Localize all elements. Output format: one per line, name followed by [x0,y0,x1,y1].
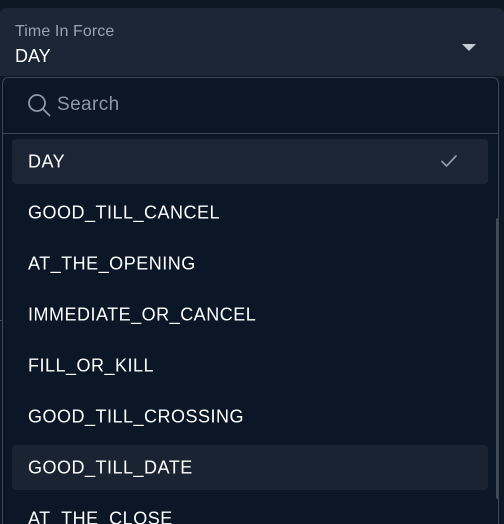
option-day[interactable]: DAY [12,139,488,184]
field-value: DAY [15,46,51,66]
option-label: GOOD_TILL_CROSSING [28,406,245,426]
field-label: Time In Force [15,23,115,40]
dropdown-menu: DAY GOOD_TILL_CANCEL AT_THE_OPENING IMME… [2,77,499,524]
option-at-the-close[interactable]: AT_THE_CLOSE [12,496,488,524]
option-label: GOOD_TILL_DATE [28,457,193,477]
search-input[interactable] [57,90,477,120]
option-good-till-date[interactable]: GOOD_TILL_DATE [12,445,488,490]
time-in-force-select-root: Time In Force DAY DAY GOOD_TILL_CANCEL [0,0,504,524]
option-label: GOOD_TILL_CANCEL [28,202,221,222]
option-label: AT_THE_CLOSE [28,508,173,524]
option-good-till-cancel[interactable]: GOOD_TILL_CANCEL [12,190,488,235]
option-label: FILL_OR_KILL [28,355,155,375]
check-icon [441,155,457,167]
search-row [3,78,498,134]
time-in-force-select[interactable]: Time In Force DAY [0,8,504,76]
option-fill-or-kill[interactable]: FILL_OR_KILL [12,343,488,388]
option-label: DAY [28,151,66,171]
option-good-till-crossing[interactable]: GOOD_TILL_CROSSING [12,394,488,439]
caret-down-icon[interactable] [462,44,476,51]
scrollbar-thumb[interactable] [496,218,498,499]
search-icon [28,94,51,117]
option-label: AT_THE_OPENING [28,253,196,273]
option-at-the-opening[interactable]: AT_THE_OPENING [12,241,488,286]
option-label: IMMEDIATE_OR_CANCEL [28,304,257,324]
option-immediate-or-cancel[interactable]: IMMEDIATE_OR_CANCEL [12,292,488,337]
